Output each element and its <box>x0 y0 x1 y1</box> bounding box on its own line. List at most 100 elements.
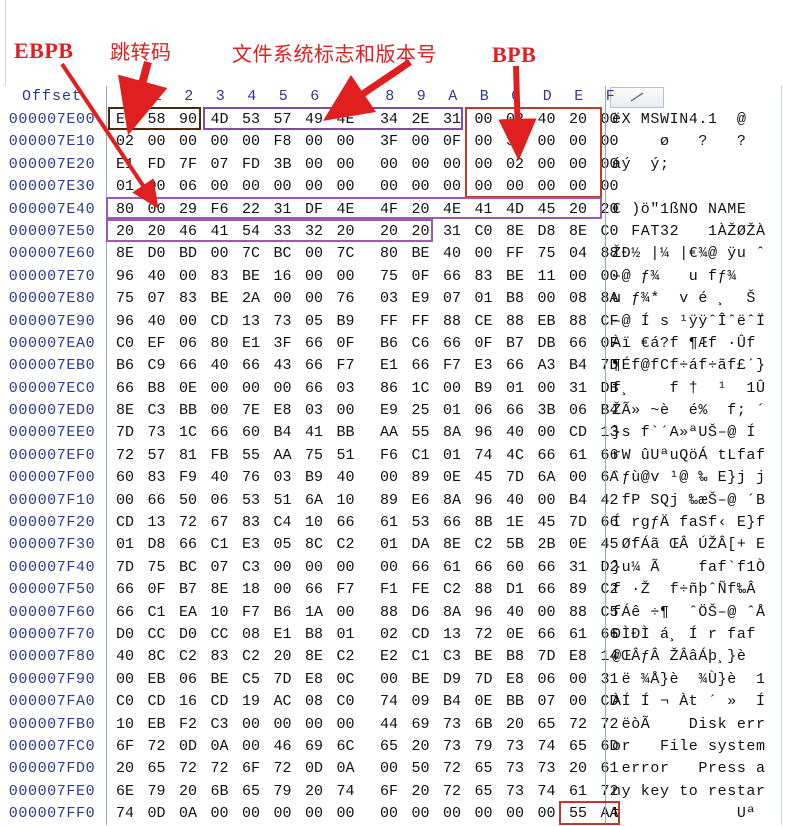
ascii-text[interactable]: fÁê ÷¶ ˆÖŠ–@ ˆÅ <box>612 604 766 621</box>
hex-byte[interactable]: 88 <box>567 313 589 330</box>
ascii-text[interactable]: `ƒù@v ¹@ ‰ E}j j <box>612 469 766 486</box>
hex-byte[interactable]: 00 <box>209 402 231 419</box>
hex-byte[interactable]: F7 <box>335 581 357 598</box>
hex-byte[interactable]: C5 <box>240 671 262 688</box>
hex-byte[interactable]: 00 <box>335 402 357 419</box>
hex-byte[interactable]: 88 <box>567 604 589 621</box>
hex-byte[interactable]: AA <box>378 424 400 441</box>
hex-byte[interactable]: BD <box>177 245 199 262</box>
hex-byte[interactable]: C1 <box>410 648 432 665</box>
hex-byte[interactable]: 1C <box>177 424 199 441</box>
hex-byte[interactable]: 0D <box>146 805 168 822</box>
hex-byte[interactable]: E9 <box>378 402 400 419</box>
hex-byte[interactable]: 41 <box>473 201 495 218</box>
hex-byte[interactable]: BE <box>410 671 432 688</box>
hex-byte[interactable]: 7D <box>272 671 294 688</box>
hex-byte[interactable]: 01 <box>114 178 136 195</box>
hex-byte[interactable]: 8E <box>504 223 526 240</box>
hex-byte[interactable]: 53 <box>240 111 262 128</box>
hex-byte[interactable]: 4E <box>335 201 357 218</box>
hex-byte[interactable]: D9 <box>441 671 463 688</box>
hex-byte[interactable]: 00 <box>441 178 463 195</box>
hex-byte[interactable]: 00 <box>335 604 357 621</box>
hex-byte[interactable]: 02 <box>504 156 526 173</box>
ascii-text[interactable]: áý ý; <box>612 156 670 173</box>
hex-byte[interactable]: 29 <box>177 201 199 218</box>
hex-byte[interactable]: 55 <box>567 805 589 822</box>
hex-byte[interactable]: 55 <box>240 447 262 464</box>
hex-byte[interactable]: 00 <box>272 716 294 733</box>
hex-byte[interactable]: 00 <box>240 805 262 822</box>
hex-byte[interactable]: 7D <box>536 648 558 665</box>
hex-byte[interactable]: 00 <box>441 805 463 822</box>
hex-byte[interactable]: 8A <box>441 492 463 509</box>
hex-byte[interactable]: 13 <box>146 514 168 531</box>
hex-byte[interactable]: BE <box>209 290 231 307</box>
hex-byte[interactable]: E8 <box>303 671 325 688</box>
hex-byte[interactable]: 40 <box>504 424 526 441</box>
hex-byte[interactable]: 96 <box>473 604 495 621</box>
hex-byte[interactable]: 00 <box>473 805 495 822</box>
hex-byte[interactable]: 50 <box>410 760 432 777</box>
hex-byte[interactable]: FB <box>209 447 231 464</box>
hex-byte[interactable]: 03 <box>335 380 357 397</box>
hex-byte[interactable]: 40 <box>146 268 168 285</box>
hex-byte[interactable]: 72 <box>441 783 463 800</box>
hex-byte[interactable]: 31 <box>441 223 463 240</box>
hex-byte[interactable]: 0E <box>567 536 589 553</box>
hex-byte[interactable]: 13 <box>240 313 262 330</box>
hex-byte[interactable]: 83 <box>473 268 495 285</box>
hex-byte[interactable]: 75 <box>378 268 400 285</box>
hex-byte[interactable]: 61 <box>441 559 463 576</box>
hex-byte[interactable]: 2B <box>536 536 558 553</box>
hex-byte[interactable]: 66 <box>114 380 136 397</box>
hex-byte[interactable]: 0F <box>146 581 168 598</box>
ascii-text[interactable]: FAT32 1ÀŽØŽÀ <box>612 223 766 240</box>
hex-byte[interactable]: 06 <box>177 178 199 195</box>
hex-byte[interactable]: CD <box>209 313 231 330</box>
hex-byte[interactable]: 40 <box>504 604 526 621</box>
hex-byte[interactable]: 7D <box>114 424 136 441</box>
hex-byte[interactable]: 00 <box>378 178 400 195</box>
hex-byte[interactable]: 20 <box>504 716 526 733</box>
hex-byte[interactable]: 40 <box>209 357 231 374</box>
hex-byte[interactable]: C3 <box>240 559 262 576</box>
hex-byte[interactable]: 05 <box>272 536 294 553</box>
hex-byte[interactable]: 00 <box>303 290 325 307</box>
ascii-text[interactable]: ØfÁã ŒÂ ÚŽÂ[+ E <box>612 536 766 553</box>
hex-byte[interactable]: 66 <box>303 581 325 598</box>
hex-byte[interactable]: E8 <box>567 648 589 665</box>
hex-byte[interactable]: 00 <box>567 693 589 710</box>
hex-byte[interactable]: D1 <box>504 581 526 598</box>
hex-byte[interactable]: 20 <box>410 783 432 800</box>
hex-byte[interactable]: 00 <box>303 178 325 195</box>
hex-byte[interactable]: 58 <box>146 111 168 128</box>
hex-byte[interactable]: 00 <box>303 133 325 150</box>
hex-byte[interactable]: 57 <box>146 447 168 464</box>
hex-byte[interactable]: 80 <box>209 335 231 352</box>
hex-byte[interactable]: 46 <box>272 738 294 755</box>
hex-byte[interactable]: 60 <box>240 424 262 441</box>
hex-byte[interactable]: 6C <box>335 738 357 755</box>
hex-byte[interactable]: 3B <box>272 156 294 173</box>
hex-byte[interactable]: E6 <box>410 492 432 509</box>
hex-byte[interactable]: 0A <box>177 805 199 822</box>
hex-byte[interactable]: BB <box>335 424 357 441</box>
hex-byte[interactable]: 60 <box>504 559 526 576</box>
ascii-text[interactable]: –@ ƒ¾ u fƒ¾ <box>612 268 737 285</box>
hex-byte[interactable]: 00 <box>146 178 168 195</box>
hex-byte[interactable]: 0D <box>177 738 199 755</box>
hex-byte[interactable]: 7D <box>473 671 495 688</box>
hex-byte[interactable]: 09 <box>410 693 432 710</box>
hex-byte[interactable]: 7D <box>504 469 526 486</box>
hex-byte[interactable]: E3 <box>473 357 495 374</box>
hex-byte[interactable]: C2 <box>441 581 463 598</box>
hex-byte[interactable]: 8E <box>114 245 136 262</box>
hex-byte[interactable]: 96 <box>114 268 136 285</box>
hex-byte[interactable]: 00 <box>567 178 589 195</box>
hex-byte[interactable]: CC <box>146 626 168 643</box>
hex-byte[interactable]: 6A <box>536 469 558 486</box>
hex-byte[interactable]: 75 <box>536 245 558 262</box>
hex-byte[interactable]: AC <box>272 693 294 710</box>
hex-byte[interactable]: 00 <box>303 268 325 285</box>
